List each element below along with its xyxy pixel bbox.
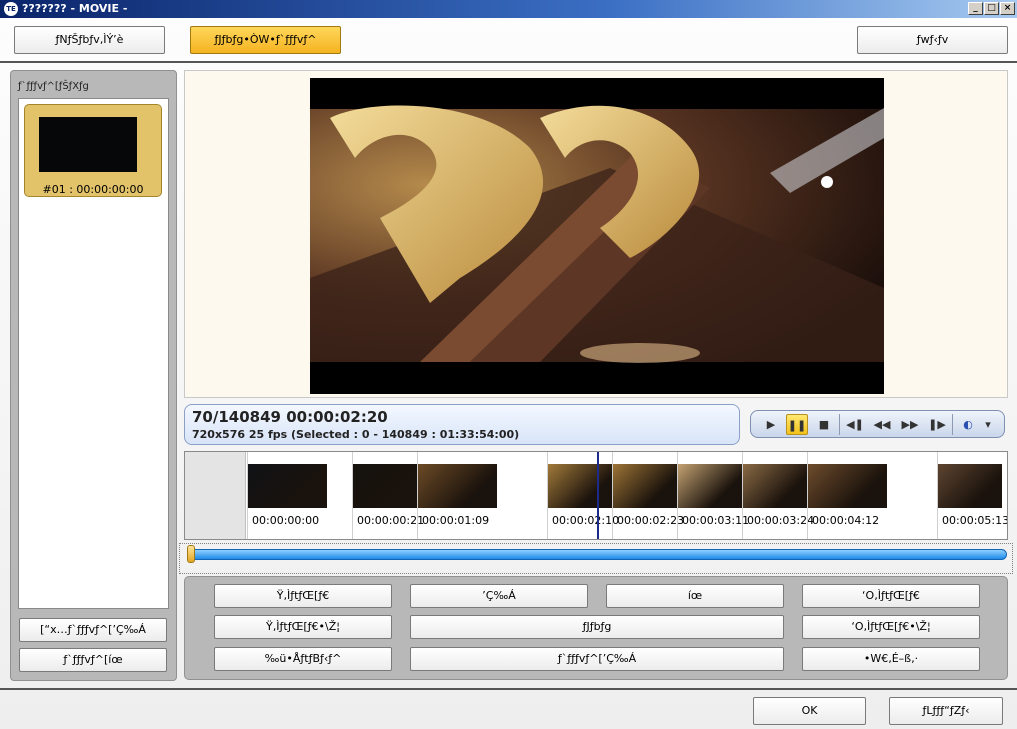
window-title: ??????? - MOVIE - <box>22 2 128 15</box>
separator <box>839 414 840 435</box>
frame-time: 00:00:03:11 <box>682 514 750 527</box>
timeline-frame[interactable]: 00:00:02:10 <box>547 452 619 539</box>
minimize-button[interactable]: _ <box>968 2 983 15</box>
frame-thumbnail <box>353 464 417 508</box>
dropdown-icon[interactable]: ▾ <box>981 414 995 435</box>
cut-edit-chapter-button[interactable]: ƒJƒbƒg•ÒW•ƒ`ƒƒƒvƒ^ <box>190 26 341 54</box>
play-icon[interactable]: ▶ <box>760 414 782 435</box>
chapter-list-label: ƒ`ƒƒƒvƒ^[ƒŠƒXƒg <box>18 81 89 92</box>
pause-icon[interactable]: ❚❚ <box>786 414 808 435</box>
fast-forward-icon[interactable]: ▶▶ <box>899 414 921 435</box>
frame-time: 00:00:02:10 <box>552 514 620 527</box>
frame-position-text: 70/140849 00:00:02:20 <box>192 408 388 426</box>
close-button[interactable]: × <box>1000 2 1015 15</box>
frame-thumbnail <box>743 464 807 508</box>
auto-add-chapter-button[interactable]: [“x…ƒ`ƒƒƒvƒ^[’Ç‰Á <box>19 618 167 642</box>
chapter-panel: ƒ`ƒƒƒvƒ^[ƒŠƒXƒg #01 : 00:00:00:00 [“x…ƒ`… <box>10 70 177 681</box>
frame-thumbnail <box>678 464 742 508</box>
frame-time: 00:00:02:23 <box>617 514 685 527</box>
timeline-frame[interactable]: 00:00:03:24 <box>742 452 814 539</box>
timeline-frame[interactable]: 00:00:04:12 <box>807 452 937 539</box>
frame-time: 00:00:04:12 <box>812 514 880 527</box>
frame-thumbnail <box>613 464 677 508</box>
next-frame-button[interactable]: Ÿ‚ÌƒtƒŒ[ƒ€ <box>214 584 392 608</box>
transport-controls: ▶ ❚❚ ■ ◀❚ ◀◀ ▶▶ ❚▶ ◐ ▾ <box>750 410 1005 438</box>
delete-chapter-button[interactable]: ƒ`ƒƒƒvƒ^[íœ <box>19 648 167 672</box>
chapter-item-label: #01 : 00:00:00:00 <box>42 183 144 196</box>
seek-track[interactable] <box>187 549 1007 560</box>
frame-thumbnail <box>248 464 327 508</box>
command-panel: Ÿ‚ÌƒtƒŒ[ƒ€ ’Ç‰Á íœ ‘O‚ÌƒtƒŒ[ƒ€ Ÿ‚ÌƒtƒŒ[ƒ… <box>184 576 1008 680</box>
frame-thumbnail <box>808 464 887 508</box>
timeline-frame[interactable]: 00:00:05:13 <box>937 452 1008 539</box>
video-details-text: 720x576 25 fps (Selected : 0 - 140849 : … <box>192 428 520 441</box>
toolbar-divider <box>0 61 1017 63</box>
show-previous-frame-button[interactable]: ‘O‚ÌƒtƒŒ[ƒ€•\Ž¦ <box>802 615 980 639</box>
step-back-icon[interactable]: ◀❚ <box>844 414 866 435</box>
add-chapter-button[interactable]: ƒ`ƒƒƒvƒ^[’Ç‰Á <box>410 647 784 671</box>
add-button[interactable]: ’Ç‰Á <box>410 584 588 608</box>
show-next-frame-button[interactable]: Ÿ‚ÌƒtƒŒ[ƒ€•\Ž¦ <box>214 615 392 639</box>
cut-button[interactable]: ƒJƒbƒg <box>410 615 784 639</box>
video-frame <box>310 78 884 394</box>
timeline-header <box>185 452 246 539</box>
frame-thumbnail <box>938 464 1002 508</box>
timeline-frame[interactable]: 00:00:00:21 <box>352 452 424 539</box>
frame-time: 00:00:01:09 <box>422 514 490 527</box>
previous-frame-button[interactable]: ‘O‚ÌƒtƒŒ[ƒ€ <box>802 584 980 608</box>
chapter-item[interactable]: #01 : 00:00:00:00 <box>24 104 162 197</box>
frame-thumbnail <box>548 464 612 508</box>
title-bar: TE ??????? - MOVIE - _ □ × <box>0 0 1017 18</box>
delete-button[interactable]: íœ <box>606 584 784 608</box>
video-preview-area <box>184 70 1008 398</box>
seek-slider[interactable] <box>179 543 1013 574</box>
timeline-strip[interactable]: 00:00:00:00 00:00:00:21 00:00:01:09 00:0… <box>184 451 1008 540</box>
position-info: 70/140849 00:00:02:20 720x576 25 fps (Se… <box>184 404 740 445</box>
timeline-playhead[interactable] <box>597 452 599 539</box>
frame-time: 00:00:00:21 <box>357 514 425 527</box>
maximize-button[interactable]: □ <box>984 2 999 15</box>
filter-button[interactable]: ‰ü•ÅƒtƒBƒ‹ƒ^ <box>214 647 392 671</box>
chapter-list[interactable]: #01 : 00:00:00:00 <box>18 98 169 609</box>
footer-divider <box>0 688 1017 690</box>
separator <box>952 414 953 435</box>
timeline-frame[interactable]: 00:00:00:00 <box>247 452 351 539</box>
video-image <box>310 78 884 394</box>
frame-time: 00:00:00:00 <box>252 514 320 527</box>
timeline-frame[interactable]: 00:00:01:09 <box>417 452 547 539</box>
timeline-frame[interactable]: 00:00:02:23 <box>612 452 684 539</box>
frame-time: 00:00:05:13 <box>942 514 1008 527</box>
help-button[interactable]: ƒwƒ‹ƒv <box>857 26 1008 54</box>
clip-settings-button[interactable]: ƒNƒŠƒbƒv‚ÌÝ’è <box>14 26 165 54</box>
cancel-button[interactable]: ƒLƒƒƒ“ƒZƒ‹ <box>889 697 1003 725</box>
stop-icon[interactable]: ■ <box>813 414 835 435</box>
rewind-icon[interactable]: ◀◀ <box>871 414 893 435</box>
ok-button[interactable]: OK <box>753 697 866 725</box>
timeline-frame[interactable]: 00:00:03:11 <box>677 452 749 539</box>
frame-thumbnail <box>418 464 497 508</box>
step-forward-icon[interactable]: ❚▶ <box>926 414 948 435</box>
app-icon: TE <box>4 2 18 16</box>
seek-knob[interactable] <box>187 545 196 563</box>
audio-icon[interactable]: ◐ <box>957 414 979 435</box>
reset-default-button[interactable]: •W€‚É–ß‚· <box>802 647 980 671</box>
frame-time: 00:00:03:24 <box>747 514 815 527</box>
chapter-thumbnail <box>39 117 137 172</box>
